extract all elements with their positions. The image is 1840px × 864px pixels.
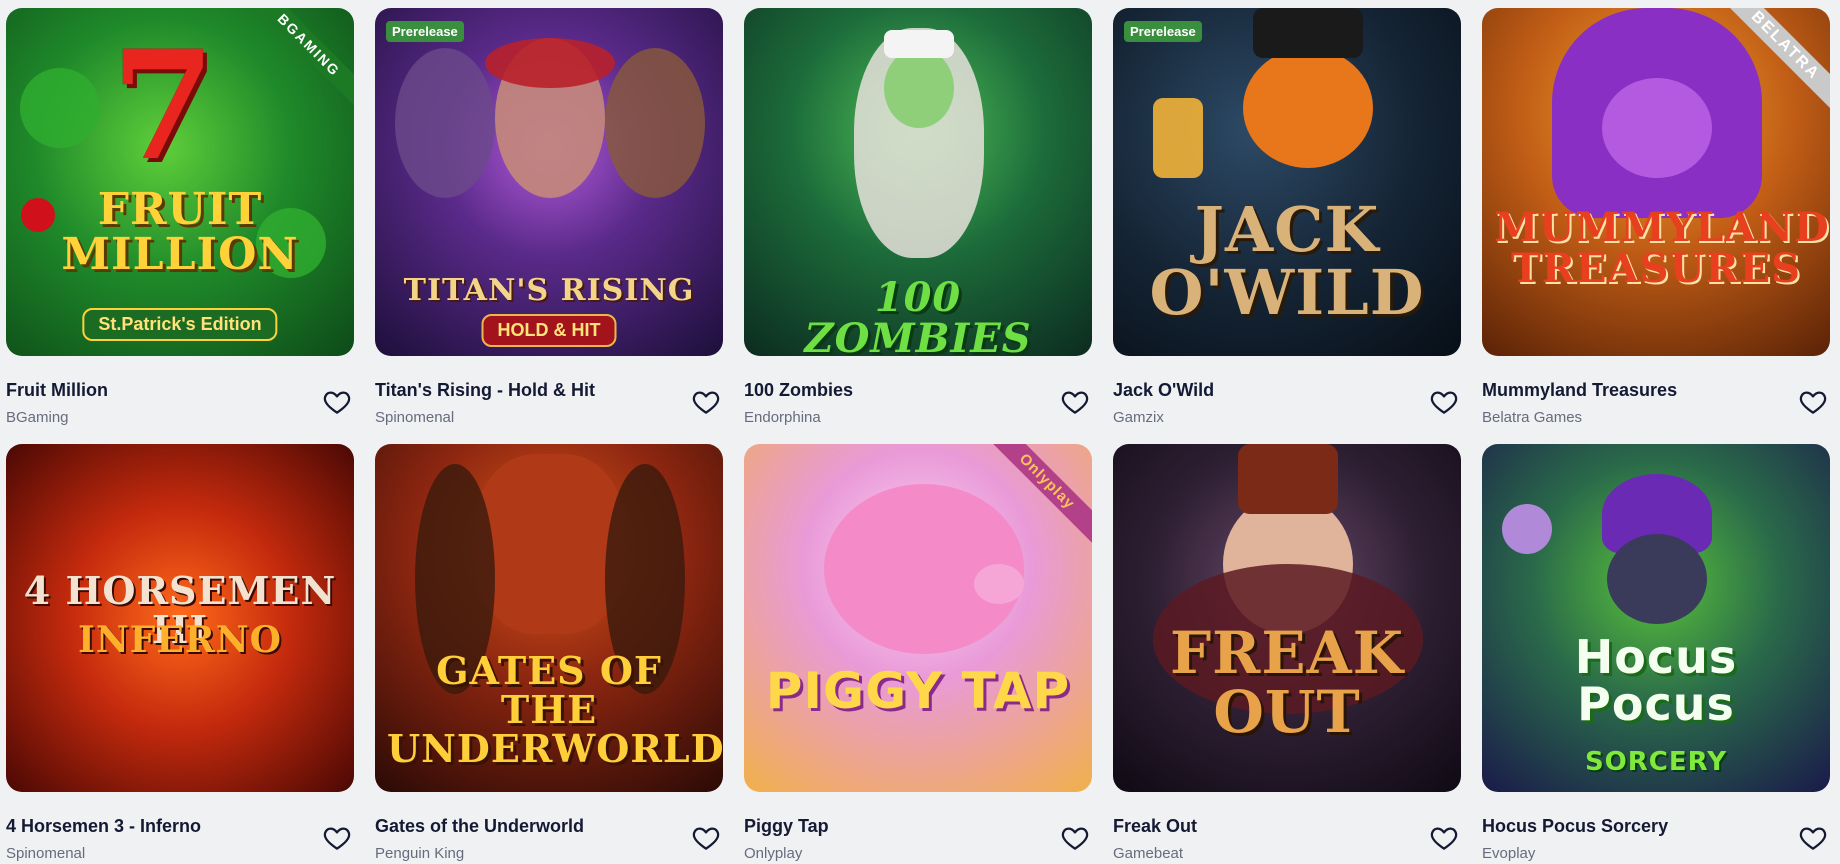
prerelease-badge: Prerelease [1124,21,1202,42]
clover-decoration [20,68,100,148]
game-provider[interactable]: Spinomenal [375,409,454,426]
heart-outline-icon [1799,827,1827,850]
game-card[interactable]: 7 FRUIT MILLION St.Patrick's Edition BGA… [6,8,354,428]
art-title: PIGGY TAP [765,662,1071,720]
game-thumbnail[interactable]: JACK O'WILD Prerelease [1113,8,1461,356]
game-thumbnail[interactable]: FREAK OUT [1113,444,1461,792]
pumpkin-head [1243,48,1373,168]
game-provider[interactable]: Evoplay [1482,845,1535,862]
game-thumbnail[interactable]: MUMMYLAND TREASURES BELATRA [1482,8,1830,356]
provider-ribbon: BGAMING [241,8,354,113]
game-title[interactable]: Freak Out [1113,816,1197,837]
character-figure [605,48,705,198]
heart-outline-icon [1430,827,1458,850]
favorite-button[interactable] [1798,387,1828,417]
game-title[interactable]: 4 Horsemen 3 - Inferno [6,816,201,837]
nurse-cap [884,30,954,58]
piggy-snout [974,564,1024,604]
game-grid: 7 FRUIT MILLION St.Patrick's Edition BGA… [0,0,1840,864]
game-card[interactable]: PIGGY TAP Onlyplay Piggy Tap Onlyplay [744,444,1092,864]
art-subtitle: HOLD & HIT [481,314,617,347]
game-thumbnail[interactable]: 100 ZOMBIES [744,8,1092,356]
game-thumbnail[interactable]: 4 HORSEMEN III INFERNO [6,444,354,792]
favorite-button[interactable] [1798,823,1828,853]
art-subtitle: St.Patrick's Edition [82,308,278,341]
game-provider[interactable]: Spinomenal [6,845,85,862]
favorite-button[interactable] [691,823,721,853]
favorite-button[interactable] [322,823,352,853]
heart-outline-icon [1061,391,1089,414]
rose-crown [485,38,615,88]
zombie-face [884,48,954,128]
game-provider[interactable]: Endorphina [744,409,821,426]
heart-outline-icon [1061,827,1089,850]
heart-outline-icon [323,391,351,414]
game-thumbnail[interactable]: GATES OF THE UNDERWORLD [375,444,723,792]
game-thumbnail[interactable]: Hocus Pocus SORCERY [1482,444,1830,792]
art-title: Hocus Pocus [1574,630,1738,731]
favorite-button[interactable] [1429,387,1459,417]
game-title[interactable]: 100 Zombies [744,380,853,401]
heart-outline-icon [1799,391,1827,414]
seven-symbol: 7 [111,18,216,194]
game-title[interactable]: Titan's Rising - Hold & Hit [375,380,595,401]
art-title: FRUIT MILLION [61,184,299,280]
art-title: MUMMYLAND TREASURES [1494,204,1830,292]
favorite-button[interactable] [322,387,352,417]
cat-face [1607,534,1707,624]
prerelease-badge: Prerelease [386,21,464,42]
game-provider[interactable]: Onlyplay [744,845,802,862]
game-title[interactable]: Hocus Pocus Sorcery [1482,816,1668,837]
art-subtitle: SORCERY [1584,747,1728,777]
game-card[interactable]: JACK O'WILD Prerelease Jack O'Wild Gamzi… [1113,8,1461,428]
character-figure [395,48,495,198]
lantern [1153,98,1203,178]
art-title: GATES OF THE UNDERWORLD [387,648,723,771]
heart-outline-icon [692,391,720,414]
game-provider[interactable]: Gamzix [1113,409,1164,426]
favorite-button[interactable] [691,387,721,417]
top-hat [1238,444,1338,514]
game-card[interactable]: GATES OF THE UNDERWORLD Gates of the Und… [375,444,723,864]
heart-outline-icon [1430,391,1458,414]
heart-outline-icon [323,827,351,850]
game-provider[interactable]: Penguin King [375,845,464,862]
game-title[interactable]: Gates of the Underworld [375,816,584,837]
art-subtitle: INFERNO [78,619,282,661]
demon-face [475,454,625,634]
game-provider[interactable]: Gamebeat [1113,845,1183,862]
favorite-button[interactable] [1060,823,1090,853]
art-title: 100 ZOMBIES [804,274,1032,356]
favorite-button[interactable] [1060,387,1090,417]
game-thumbnail[interactable]: TITAN'S RISING HOLD & HIT Prerelease [375,8,723,356]
game-thumbnail[interactable]: 7 FRUIT MILLION St.Patrick's Edition BGA… [6,8,354,356]
game-thumbnail[interactable]: PIGGY TAP Onlyplay [744,444,1092,792]
game-title[interactable]: Jack O'Wild [1113,380,1214,401]
game-card[interactable]: TITAN'S RISING HOLD & HIT Prerelease Tit… [375,8,723,428]
top-hat [1253,8,1363,58]
game-card[interactable]: 100 ZOMBIES 100 Zombies Endorphina [744,8,1092,428]
favorite-button[interactable] [1429,823,1459,853]
game-card[interactable]: MUMMYLAND TREASURES BELATRA Mummyland Tr… [1482,8,1830,428]
game-card[interactable]: Hocus Pocus SORCERY Hocus Pocus Sorcery … [1482,444,1830,864]
mummy-face [1602,78,1712,178]
game-provider[interactable]: BGaming [6,409,69,426]
art-title: FREAK OUT [1170,619,1404,747]
skull-decoration [1502,504,1552,554]
heart-outline-icon [692,827,720,850]
game-card[interactable]: FREAK OUT Freak Out Gamebeat [1113,444,1461,864]
game-provider[interactable]: Belatra Games [1482,409,1582,426]
game-title[interactable]: Mummyland Treasures [1482,380,1677,401]
art-title: TITAN'S RISING [403,273,695,308]
game-title[interactable]: Fruit Million [6,380,108,401]
art-title: JACK O'WILD [1149,193,1425,330]
game-card[interactable]: 4 HORSEMEN III INFERNO 4 Horsemen 3 - In… [6,444,354,864]
game-title[interactable]: Piggy Tap [744,816,829,837]
